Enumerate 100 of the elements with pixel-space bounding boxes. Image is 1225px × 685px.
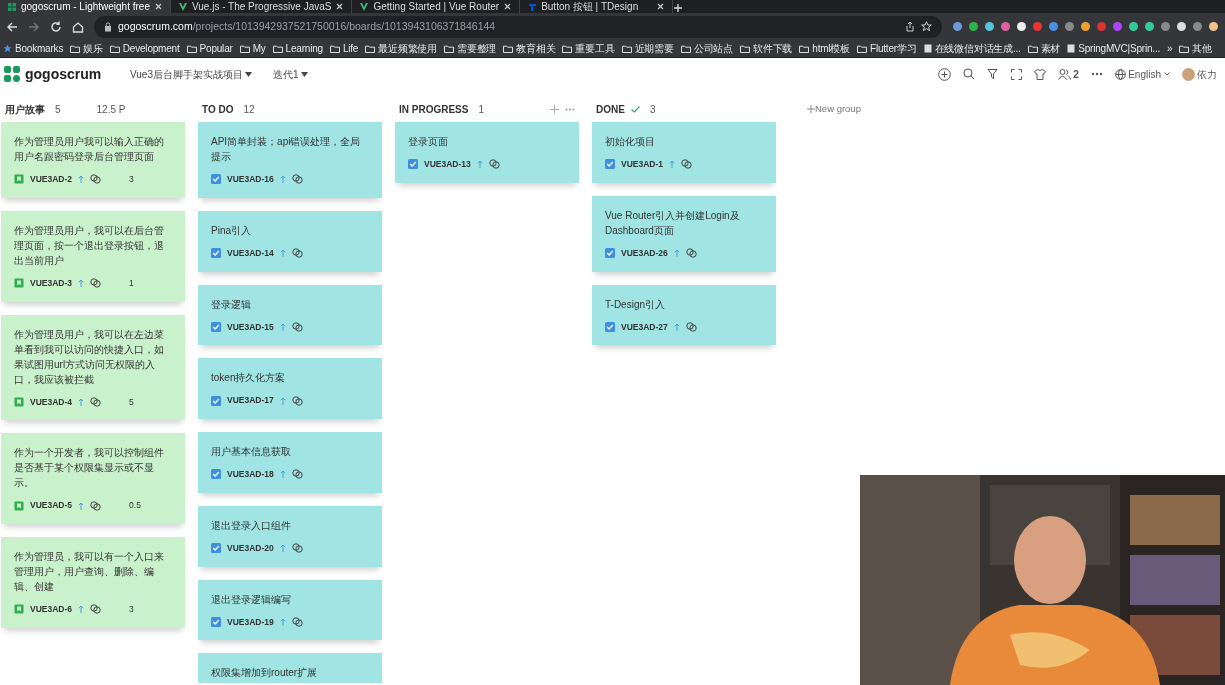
extension-icon[interactable] bbox=[1208, 21, 1219, 32]
tab-title: Vue.js - The Progressive JavaS bbox=[191, 0, 332, 13]
user-menu[interactable]: 依力 bbox=[1181, 66, 1217, 82]
close-icon[interactable] bbox=[657, 3, 665, 10]
issue-id: VUE3AD-5 bbox=[30, 499, 73, 512]
arrow-up-icon bbox=[78, 501, 85, 510]
card-title: Pina引入 bbox=[211, 223, 252, 238]
issue-card[interactable]: 用户基本信息获取 VUE3AD-18 bbox=[198, 432, 382, 493]
story-points: 0.5 bbox=[129, 499, 141, 512]
issue-card[interactable]: 退出登录逻辑编写 VUE3AD-19 bbox=[198, 579, 382, 641]
card-title: 作为管理员用户我可以输入正确的用户名跟密码登录后台管理页面 bbox=[14, 135, 165, 164]
link-icon bbox=[291, 321, 303, 332]
bookmark[interactable]: Development bbox=[109, 41, 180, 56]
bookmark[interactable]: 近期需要 bbox=[621, 41, 674, 56]
address-bar[interactable]: gogoscrum.com/projects/1013942937521750016/boards/1013943106371846144 bbox=[94, 15, 942, 38]
close-icon[interactable] bbox=[504, 3, 512, 10]
issue-card[interactable]: 权限集增加到router扩展 bbox=[198, 653, 382, 683]
home-icon[interactable] bbox=[72, 20, 84, 33]
issue-card[interactable]: 作为管理员用户，我可以在左边菜单看到我可以访问的快捷入口，如果试图用url方式访问无权限的入口，我应该被拦截 VUE3AD-4 5 bbox=[1, 314, 185, 421]
issue-id: VUE3AD-14 bbox=[227, 246, 274, 260]
language-dropdown[interactable]: English bbox=[1114, 66, 1170, 82]
share-icon[interactable] bbox=[905, 21, 915, 32]
issue-card[interactable]: 登录逻辑 VUE3AD-15 bbox=[198, 284, 382, 346]
search-icon[interactable] bbox=[962, 68, 975, 80]
close-icon[interactable] bbox=[154, 3, 162, 10]
issue-card[interactable]: Vue Router引入并创建Login及Dashboard页面 VUE3AD-26 bbox=[592, 195, 776, 272]
issue-card[interactable]: token持久化方案 VUE3AD-17 bbox=[198, 358, 382, 419]
bookmark[interactable]: 需要整理 bbox=[444, 41, 497, 56]
shirt-icon[interactable] bbox=[1033, 68, 1046, 80]
forward-icon[interactable] bbox=[28, 20, 40, 33]
bookmark[interactable]: html模板 bbox=[799, 41, 850, 56]
bookmark[interactable]: » bbox=[1167, 41, 1173, 56]
issue-card[interactable]: 作为管理员用户我可以输入正确的用户名跟密码登录后台管理页面 VUE3AD-2 3 bbox=[1, 122, 185, 198]
caret-icon bbox=[300, 71, 308, 77]
link-icon bbox=[90, 604, 102, 615]
bookmark[interactable]: My bbox=[239, 41, 266, 56]
bookmark[interactable]: 重要工具 bbox=[562, 41, 615, 56]
extension-icon[interactable] bbox=[1176, 21, 1187, 32]
more-icon[interactable] bbox=[1090, 72, 1103, 76]
bookmark[interactable]: SpringMVC|Sprin... bbox=[1067, 41, 1161, 56]
bookmark[interactable]: Popular bbox=[186, 41, 233, 56]
issue-card[interactable]: 作为管理员，我可以有一个入口来管理用户，用户查询、删除、编辑、创建 VUE3AD-6 3 bbox=[1, 537, 185, 628]
bookmark[interactable]: 素材 bbox=[1027, 41, 1061, 56]
bookmark[interactable]: 娱乐 bbox=[70, 41, 103, 56]
bookmark[interactable]: 其他 bbox=[1179, 41, 1213, 56]
reload-icon[interactable] bbox=[50, 20, 62, 33]
issue-card[interactable]: 退出登录入口组件 VUE3AD-20 bbox=[198, 505, 382, 567]
issue-card[interactable]: 登录页面 VUE3AD-13 bbox=[395, 122, 579, 183]
close-icon[interactable] bbox=[336, 3, 344, 10]
issue-card[interactable]: 初始化项目 VUE3AD-1 bbox=[592, 122, 776, 183]
folder-icon bbox=[856, 44, 867, 53]
card-title: 作为管理员，我可以有一个入口来管理用户，用户查询、删除、编辑、创建 bbox=[14, 550, 165, 594]
bookmark[interactable]: Life bbox=[329, 41, 359, 56]
issue-card[interactable]: 作为管理员用户，我可以在后台管理页面，按一个退出登录按钮，退出当前用户 VUE3AD-3 1 bbox=[1, 210, 185, 302]
bookmark[interactable]: 在线微信对话生成... bbox=[923, 41, 1021, 56]
folder-icon bbox=[272, 44, 283, 53]
members-button[interactable]: 2 bbox=[1057, 66, 1079, 82]
issue-card[interactable]: T-Design引入 VUE3AD-27 bbox=[592, 284, 776, 346]
bookmark[interactable]: 最近频繁使用 bbox=[365, 41, 438, 56]
issue-id: VUE3AD-3 bbox=[30, 276, 73, 290]
extension-icon[interactable] bbox=[1144, 21, 1155, 32]
extension-icon[interactable] bbox=[968, 21, 979, 32]
story-points: 5 bbox=[129, 395, 134, 409]
folder-icon bbox=[1027, 44, 1038, 53]
column-title: IN PROGRESS bbox=[399, 102, 469, 117]
folder-icon bbox=[562, 44, 573, 53]
globe-icon bbox=[1114, 68, 1126, 80]
bookmark[interactable]: 教育相关 bbox=[503, 41, 556, 56]
story-icon bbox=[14, 174, 24, 185]
story-icon bbox=[14, 500, 24, 511]
dropdown[interactable]: Vue3后台脚手架实战项目 bbox=[130, 66, 273, 82]
extension-icon[interactable] bbox=[984, 21, 995, 32]
extension-icon[interactable] bbox=[1128, 21, 1139, 32]
link-icon bbox=[90, 396, 102, 407]
extension-icon[interactable] bbox=[952, 21, 963, 32]
bookmark[interactable]: Bookmarks bbox=[3, 41, 64, 56]
new-group-button[interactable]: New group bbox=[799, 96, 869, 122]
extension-icon[interactable] bbox=[1016, 21, 1027, 32]
issue-card[interactable]: Pina引入 VUE3AD-14 bbox=[198, 210, 382, 272]
browser-tab[interactable]: gogoscrum - Lightweight free bbox=[0, 0, 171, 13]
new-tab-icon[interactable] bbox=[673, 3, 684, 13]
issue-card[interactable]: 作为一个开发者，我可以控制组件是否基于某个权限集显示或不显示。 VUE3AD-5 0.5 bbox=[1, 433, 185, 524]
back-icon[interactable] bbox=[6, 20, 18, 33]
avatar-icon bbox=[1181, 67, 1195, 81]
bookmark[interactable]: 公司站点 bbox=[680, 41, 734, 56]
extension-icon[interactable] bbox=[1080, 21, 1091, 32]
bookmark[interactable]: 软件下载 bbox=[740, 41, 793, 56]
dropdown[interactable]: 迭代1 bbox=[273, 66, 353, 82]
fullscreen-icon[interactable] bbox=[1010, 68, 1022, 80]
bookmark-star-icon[interactable] bbox=[921, 21, 932, 32]
filter-icon[interactable] bbox=[986, 68, 999, 80]
arrow-up-icon bbox=[279, 322, 286, 331]
story-icon bbox=[14, 396, 24, 407]
folder-icon bbox=[799, 44, 810, 53]
bookmark[interactable]: Learning bbox=[272, 41, 323, 56]
bookmark[interactable]: Flutter学习 bbox=[856, 41, 917, 56]
add-icon[interactable] bbox=[937, 67, 951, 81]
issue-id: VUE3AD-19 bbox=[227, 615, 274, 629]
issue-id: VUE3AD-4 bbox=[30, 395, 73, 409]
issue-card[interactable]: API简单封装；api错误处理，全局提示 VUE3AD-16 bbox=[198, 122, 382, 198]
